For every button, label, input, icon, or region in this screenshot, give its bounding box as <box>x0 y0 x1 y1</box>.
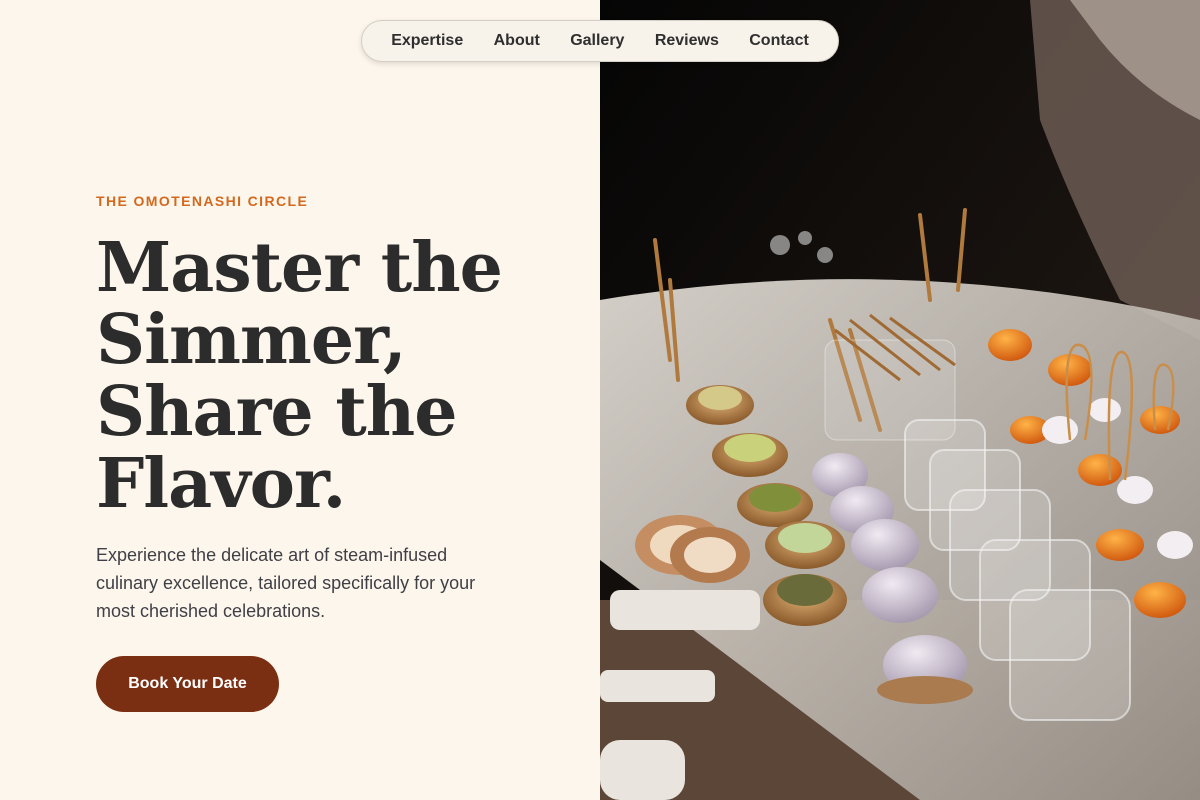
hero-headline: Master the Simmer, Share the Flavor. <box>96 232 576 520</box>
top-nav: Expertise About Gallery Reviews Contact <box>361 20 839 62</box>
catering-platter-illustration <box>600 0 1200 800</box>
headline-line: Master the <box>96 228 503 308</box>
headline-line: Flavor. <box>96 444 346 524</box>
nav-item-reviews[interactable]: Reviews <box>655 32 719 50</box>
nav-item-expertise[interactable]: Expertise <box>391 32 463 50</box>
nav-item-contact[interactable]: Contact <box>749 32 809 50</box>
book-date-button[interactable]: Book Your Date <box>96 656 279 712</box>
hero-food-image <box>600 0 1200 800</box>
hero-text-panel: THE OMOTENASHI CIRCLE Master the Simmer,… <box>0 0 600 800</box>
nav-item-about[interactable]: About <box>494 32 540 50</box>
hero-eyebrow: THE OMOTENASHI CIRCLE <box>96 193 309 209</box>
headline-line: Share the <box>96 372 457 452</box>
hero-subtext: Experience the delicate art of steam-inf… <box>96 545 476 621</box>
nav-item-gallery[interactable]: Gallery <box>570 32 624 50</box>
headline-line: Simmer, <box>96 300 407 380</box>
